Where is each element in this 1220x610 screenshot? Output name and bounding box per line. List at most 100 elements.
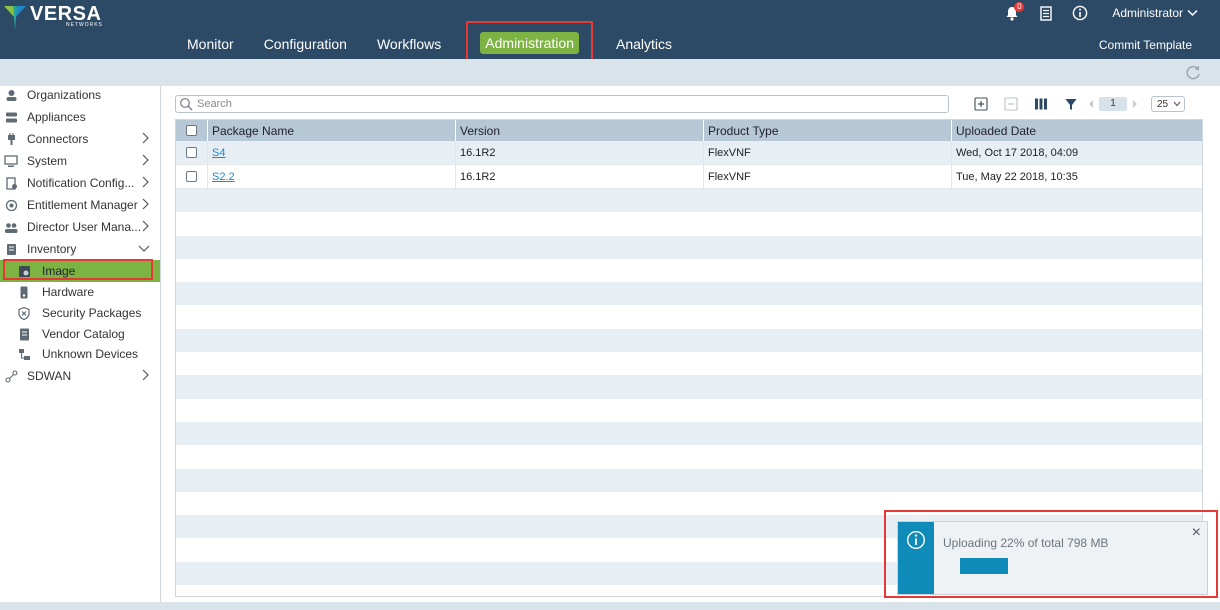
next-page-icon[interactable]: [1131, 99, 1139, 109]
sidebar-item-label: Organizations: [27, 88, 102, 102]
empty-table-row: [176, 235, 1202, 259]
inventory-icon: [4, 242, 18, 256]
sidebar-item-connectors[interactable]: Connectors: [0, 128, 160, 150]
nav-monitor[interactable]: Monitor: [182, 33, 239, 55]
nav-configuration[interactable]: Configuration: [259, 33, 352, 55]
filter-button[interactable]: [1063, 96, 1079, 112]
nav-administration[interactable]: Administration: [480, 31, 579, 54]
select-all-checkbox[interactable]: [186, 125, 197, 136]
empty-table-row: [176, 212, 1202, 235]
sidebar-item-system[interactable]: System: [0, 150, 160, 172]
sidebar-item-sdwan[interactable]: SDWAN: [0, 365, 160, 387]
empty-table-row: [176, 468, 1202, 492]
prev-page-icon[interactable]: [1087, 99, 1095, 109]
sidebar-item-director-user-management[interactable]: Director User Mana...: [0, 216, 160, 238]
package-name-link[interactable]: S2.2: [212, 171, 235, 183]
sidebar-item-label: Notification Config...: [27, 176, 135, 190]
sidebar-item-hardware[interactable]: Hardware: [0, 281, 160, 303]
refresh-button[interactable]: [1184, 64, 1202, 82]
product-type-cell: FlexVNF: [704, 165, 952, 188]
info-icon: [1073, 5, 1088, 21]
search-input[interactable]: Search: [175, 95, 949, 113]
sidebar-item-organizations[interactable]: Organizations: [0, 84, 160, 106]
sidebar-item-appliances[interactable]: Appliances: [0, 106, 160, 128]
notifications-bell-button[interactable]: 0: [1002, 2, 1025, 22]
empty-table-row: [176, 352, 1202, 375]
columns-button[interactable]: [1033, 96, 1049, 112]
row-checkbox[interactable]: [186, 147, 197, 158]
system-icon: [4, 154, 18, 168]
sidebar-item-security-packages[interactable]: Security Packages: [0, 302, 160, 324]
sidebar-item-label: Connectors: [27, 132, 89, 146]
sidebar-item-label: Unknown Devices: [42, 347, 139, 361]
row-select-cell: [176, 165, 208, 188]
empty-table-row: [176, 259, 1202, 282]
sidebar-item-notification-config[interactable]: Notification Config...: [0, 172, 160, 194]
sidebar-item-entitlement-manager[interactable]: Entitlement Manager: [0, 194, 160, 216]
page-number[interactable]: 1: [1099, 97, 1127, 111]
sidebar-item-unknown-devices[interactable]: Unknown Devices: [0, 343, 160, 365]
versa-logo-icon: [4, 6, 26, 30]
image-icon: [17, 264, 31, 278]
empty-table-row: [176, 375, 1202, 399]
version-cell: 16.1R2: [456, 165, 704, 188]
nav-administration-highlight: Administration: [466, 21, 593, 64]
chevron-right-icon: [142, 369, 149, 381]
chevron-right-icon: [142, 132, 149, 144]
search-placeholder: Search: [197, 98, 232, 110]
vendor-catalog-icon: [17, 327, 31, 341]
table-row[interactable]: S2.2 16.1R2 FlexVNF Tue, May 22 2018, 10…: [176, 165, 1202, 189]
upload-notification: Uploading 22% of total 798 MB ×: [897, 521, 1208, 595]
connectors-icon: [4, 132, 18, 146]
notification-config-icon: [4, 176, 18, 190]
security-packages-icon: [17, 306, 31, 320]
chevron-right-icon: [142, 154, 149, 166]
hardware-icon: [17, 285, 31, 299]
empty-table-row: [176, 305, 1202, 328]
add-button[interactable]: [973, 96, 989, 112]
close-icon[interactable]: ×: [1192, 524, 1201, 542]
page-size-select[interactable]: 25: [1151, 96, 1185, 112]
entitlement-icon: [4, 198, 18, 212]
column-header-product-type[interactable]: Product Type: [704, 120, 952, 141]
upload-progress-fill: [960, 558, 1008, 574]
remove-button[interactable]: [1003, 96, 1019, 112]
header-actions: 0 Administrator: [988, 2, 1198, 22]
sidebar-item-label: System: [27, 154, 68, 168]
pagination: 1 25: [1087, 96, 1185, 112]
user-menu[interactable]: Administrator: [1112, 6, 1198, 20]
uploaded-date-cell: Wed, Oct 17 2018, 04:09: [956, 146, 1079, 159]
sidebar-item-inventory[interactable]: Inventory: [0, 238, 160, 260]
commit-template-button[interactable]: Commit Template: [1099, 38, 1192, 52]
column-header-package-name[interactable]: Package Name: [208, 120, 456, 141]
columns-icon: [1035, 98, 1047, 110]
versa-logo[interactable]: VERSA NETWORKS: [4, 4, 103, 30]
column-header-version[interactable]: Version: [456, 120, 704, 141]
product-type-cell: FlexVNF: [704, 141, 952, 164]
app-root: VERSA NETWORKS Monitor Configuration Wor…: [0, 0, 1220, 610]
sidebar-item-image[interactable]: Image: [0, 259, 160, 282]
package-name-link[interactable]: S4: [212, 147, 225, 159]
tasks-button[interactable]: [1036, 4, 1056, 22]
table-row[interactable]: S4 16.1R2 FlexVNF Wed, Oct 17 2018, 04:0…: [176, 141, 1202, 165]
chevron-right-icon: [142, 198, 149, 210]
sidebar-item-vendor-catalog[interactable]: Vendor Catalog: [0, 323, 160, 345]
select-all-cell: [176, 120, 208, 141]
top-header: VERSA NETWORKS Monitor Configuration Wor…: [0, 0, 1220, 64]
info-button[interactable]: [1070, 4, 1090, 22]
info-icon: [906, 530, 926, 550]
column-header-uploaded-date[interactable]: Uploaded Date: [952, 120, 1202, 141]
nav-workflows[interactable]: Workflows: [372, 33, 446, 55]
empty-table-row: [176, 189, 1202, 213]
uploaded-date-cell: Tue, May 22 2018, 10:35: [956, 170, 1078, 183]
remove-icon: [1004, 97, 1018, 111]
notification-count-badge: 0: [1014, 2, 1025, 12]
nav-analytics[interactable]: Analytics: [611, 33, 677, 55]
filter-icon: [1065, 98, 1077, 110]
row-checkbox[interactable]: [186, 171, 197, 182]
appliances-icon: [4, 110, 18, 124]
table-toolbar: 1 25: [973, 94, 1185, 114]
chevron-right-icon: [142, 176, 149, 188]
chevron-down-icon: [1173, 101, 1181, 107]
refresh-icon: [1186, 65, 1200, 80]
